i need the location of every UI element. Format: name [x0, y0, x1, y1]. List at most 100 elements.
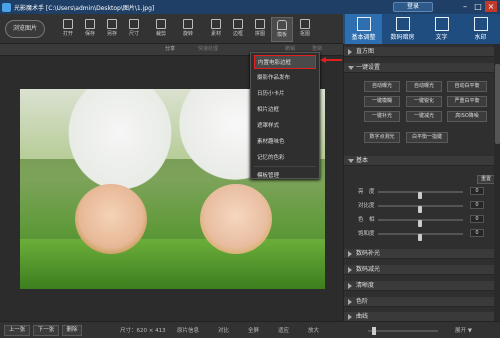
contrast-slider[interactable]: [378, 205, 463, 213]
tool-label: 打开: [62, 31, 73, 37]
section-title: 曲线: [356, 313, 369, 320]
compare-button[interactable]: 对比: [218, 326, 229, 334]
resize-tool-button[interactable]: 尺寸: [123, 17, 145, 42]
tab-text[interactable]: 文字: [423, 14, 460, 44]
title-bar: 光影魔术手 [C:\Users\admin\Desktop\图片\1.jpg] …: [0, 0, 500, 14]
zoom-in-button[interactable]: 放大: [308, 326, 319, 334]
one-click-blur-button[interactable]: 一键模糊: [364, 96, 400, 107]
high-iso-denoise-button[interactable]: 高ISO降噪: [447, 111, 487, 122]
auto-exposure-button[interactable]: 自动曝光: [364, 81, 400, 92]
prev-image-button[interactable]: 上一张: [4, 325, 30, 336]
zoom-slider[interactable]: [368, 327, 438, 335]
hue-value-input[interactable]: 0: [470, 215, 484, 223]
slider-knob[interactable]: [418, 206, 422, 213]
expand-icon: [348, 251, 352, 257]
maximize-button-top[interactable]: □: [472, 1, 484, 12]
digital-spot-metering-button[interactable]: 数字点测光: [364, 132, 400, 143]
image-size-text: 尺寸：620 × 413: [120, 328, 166, 334]
section-levels[interactable]: 色阶: [344, 297, 494, 307]
one-click-sharpen-button[interactable]: 一键锐化: [406, 96, 442, 107]
minimize-button-top[interactable]: –: [459, 1, 471, 12]
collage-icon: [255, 19, 265, 29]
saturation-value-input[interactable]: 0: [470, 229, 484, 237]
save-tool-button[interactable]: 保存: [79, 17, 101, 42]
border-tool-button[interactable]: 边框: [227, 17, 249, 42]
menu-item-memory-color[interactable]: 记忆的色彩: [254, 151, 316, 165]
main-toolbar: 浏览图片 打开 保存 另存 尺寸 裁剪 旋转 素材 边框 拼图 模板 抠图: [0, 14, 343, 44]
tab-basic-adjust[interactable]: 基本调整: [345, 14, 382, 44]
expand-icon: [348, 299, 352, 305]
brightness-value-input[interactable]: 0: [470, 187, 484, 195]
darkroom-icon: [395, 17, 410, 31]
section-histogram[interactable]: 直方图: [344, 47, 494, 57]
white-balance-picker-button[interactable]: 白平衡一指键: [406, 132, 448, 143]
share-button[interactable]: 分享: [165, 45, 175, 52]
save-as-tool-button[interactable]: 另存: [101, 17, 123, 42]
section-one-click[interactable]: 一键设置: [344, 63, 494, 73]
section-basic[interactable]: 基本: [344, 156, 494, 166]
tool-label: 边框: [232, 31, 243, 37]
menu-item-movie-border[interactable]: 内置电影边框: [254, 55, 316, 69]
open-icon: [63, 19, 73, 29]
collage-tool-button[interactable]: 拼图: [249, 17, 271, 42]
menu-item-calendar-card[interactable]: 日历小卡片: [254, 87, 316, 101]
crop-tool-button[interactable]: 裁剪: [150, 17, 172, 42]
delete-image-button[interactable]: 删除: [62, 325, 82, 336]
strict-white-balance-button[interactable]: 严重白平衡: [447, 96, 487, 107]
menu-item-photo-publish[interactable]: 摄影作品发布: [254, 71, 316, 85]
menu-item-template-manage[interactable]: 模板管理: [254, 169, 316, 183]
cutout-tool-button[interactable]: 抠图: [294, 17, 316, 42]
panel-scrollbar[interactable]: [494, 44, 500, 321]
tool-label: 保存: [84, 31, 95, 37]
fullscreen-button[interactable]: 全屏: [248, 326, 259, 334]
section-clarity[interactable]: 清晰度: [344, 281, 494, 291]
browse-images-button[interactable]: 浏览图片: [5, 20, 45, 38]
saturation-slider[interactable]: [378, 233, 463, 241]
one-click-reduce-light-button[interactable]: 一键减光: [406, 111, 442, 122]
tab-label: 水印: [474, 34, 487, 41]
undo-button[interactable]: 撤销: [285, 45, 295, 52]
redo-button[interactable]: 重做: [312, 45, 322, 52]
open-tool-button[interactable]: 打开: [57, 17, 79, 42]
material-tool-button[interactable]: 素材: [205, 17, 227, 42]
auto-exposure-button-2[interactable]: 自动曝光: [406, 81, 442, 92]
menu-item-fun-color[interactable]: 素材趣味色: [254, 135, 316, 149]
arrow-shaft: [325, 59, 342, 61]
section-digital-reduce-light[interactable]: 数码减光: [344, 265, 494, 275]
template-tool-button[interactable]: 模板: [271, 17, 293, 42]
slider-knob[interactable]: [418, 192, 422, 199]
one-click-fill-light-button[interactable]: 一键补光: [364, 111, 400, 122]
window-title: 光影魔术手 [C:\Users\admin\Desktop\图片\1.jpg]: [14, 4, 155, 12]
hue-slider[interactable]: [378, 219, 463, 227]
menu-item-mask-style[interactable]: 遮罩样式: [254, 119, 316, 133]
zoom-knob[interactable]: [372, 327, 376, 335]
brightness-slider[interactable]: [378, 191, 463, 199]
next-image-button[interactable]: 下一张: [33, 325, 59, 336]
slider-label: 饱和度: [358, 231, 375, 237]
slider-knob[interactable]: [418, 220, 422, 227]
fast-process-button[interactable]: 快速处理: [198, 45, 218, 52]
tool-label: 旋转: [182, 31, 193, 37]
tab-watermark[interactable]: 水印: [462, 14, 499, 44]
status-bar: 上一张 下一张 删除 尺寸：620 × 413 原片信息 对比 全屏 适应 放大…: [0, 321, 500, 338]
contrast-value-input[interactable]: 0: [470, 201, 484, 209]
close-button[interactable]: ×: [485, 1, 497, 12]
scrollbar-thumb[interactable]: [495, 64, 500, 144]
reset-button[interactable]: 重置: [477, 175, 495, 184]
rotate-tool-button[interactable]: 旋转: [177, 17, 199, 42]
tab-digital-darkroom[interactable]: 数码暗房: [384, 14, 421, 44]
login-button[interactable]: 登录: [393, 2, 433, 12]
tool-label: 尺寸: [128, 31, 139, 37]
section-digital-fill-light[interactable]: 数码补光: [344, 249, 494, 259]
slider-knob[interactable]: [418, 234, 422, 241]
slider-label: 对比度: [358, 203, 375, 209]
tool-label: 模板: [276, 32, 287, 38]
fit-button[interactable]: 适应: [278, 326, 289, 334]
auto-white-balance-button[interactable]: 自动白平衡: [447, 81, 487, 92]
menu-item-photo-border[interactable]: 相片边框: [254, 103, 316, 117]
original-info-button[interactable]: 原片信息: [177, 326, 199, 334]
expand-button[interactable]: 展开 ▼: [455, 326, 472, 334]
section-title: 色阶: [356, 298, 369, 305]
section-title: 一键设置: [356, 64, 381, 71]
tab-label: 基本调整: [351, 34, 376, 41]
